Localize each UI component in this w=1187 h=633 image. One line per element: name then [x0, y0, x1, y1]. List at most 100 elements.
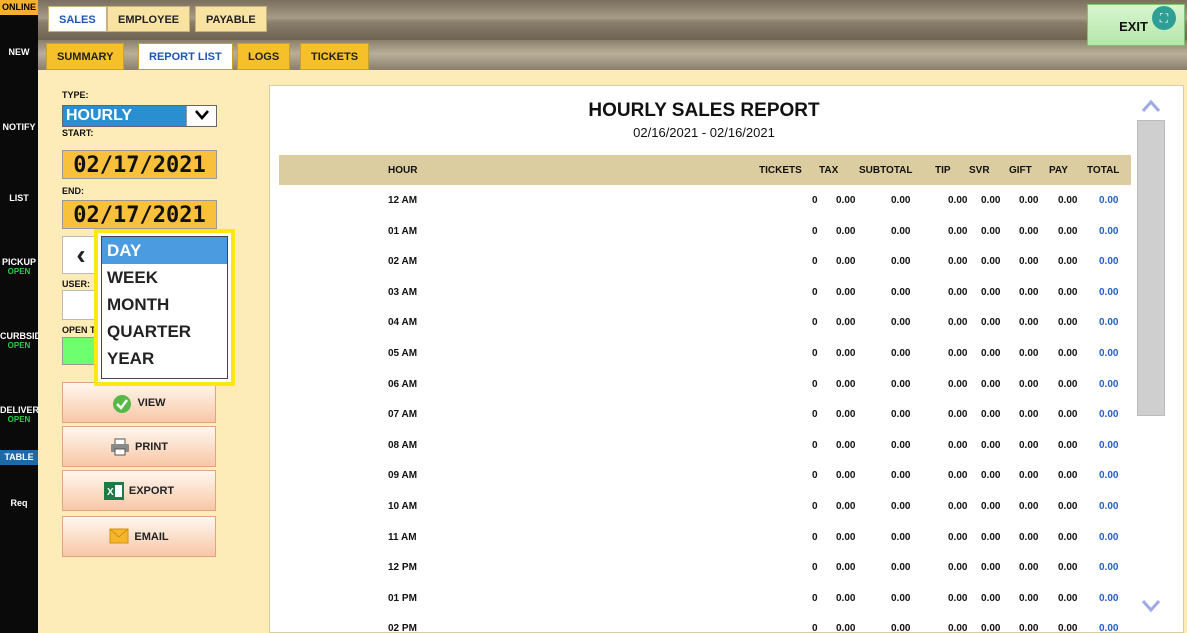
- report-date-range: 02/16/2021 - 02/16/2021: [633, 125, 775, 140]
- export-button[interactable]: X EXPORT: [62, 470, 216, 511]
- report-panel: HOURLY SALES REPORT 02/16/2021 - 02/16/2…: [269, 85, 1184, 633]
- cell-gift: 0.00: [1019, 225, 1039, 237]
- cell-tickets: 0: [812, 317, 818, 329]
- cell-total: 0.00: [1099, 286, 1119, 298]
- cell-tip: 0.00: [948, 348, 968, 359]
- cell-tax: 0.00: [836, 623, 856, 633]
- cell-total: 0.00: [1099, 409, 1119, 421]
- cell-svr: 0.00: [981, 317, 1001, 329]
- email-button[interactable]: EMAIL: [62, 516, 216, 557]
- tab-summary[interactable]: SUMMARY: [46, 43, 125, 70]
- sidebar-item-notify[interactable]: NOTIFY: [0, 122, 38, 132]
- left-sidebar: ONLINE NEW NOTIFY LIST PICKUP OPEN CURBS…: [0, 0, 41, 633]
- cell-subtotal: 0.00: [891, 256, 911, 268]
- cell-hour: 03 AM: [388, 286, 418, 298]
- cell-subtotal: 0.00: [891, 439, 911, 451]
- scrollbar-thumb[interactable]: [1137, 120, 1165, 416]
- sidebar-item-label: LIST: [9, 193, 29, 203]
- cell-svr: 0.00: [981, 286, 1001, 298]
- tab-report-list[interactable]: REPORT LIST: [138, 43, 233, 70]
- cell-tax: 0.00: [836, 286, 856, 298]
- cell-svr: 0.00: [981, 439, 1001, 451]
- sidebar-item-req[interactable]: Req: [0, 498, 38, 508]
- report-title: HOURLY SALES REPORT: [588, 100, 820, 121]
- cell-svr: 0.00: [981, 378, 1001, 390]
- cell-tip: 0.00: [948, 439, 968, 451]
- sidebar-item-curbside[interactable]: CURBSID OPEN: [0, 331, 41, 351]
- cell-tip: 0.00: [948, 470, 968, 482]
- cell-tip: 0.00: [948, 195, 968, 206]
- cell-tickets: 0: [812, 439, 818, 451]
- cell-gift: 0.00: [1019, 439, 1039, 451]
- column-header-svr: SVR: [969, 165, 990, 176]
- dropdown-option-year[interactable]: YEAR: [102, 345, 227, 372]
- dropdown-option-month[interactable]: MONTH: [102, 291, 227, 318]
- cell-hour: 08 AM: [388, 439, 418, 451]
- cell-svr: 0.00: [981, 225, 1001, 237]
- cell-total: 0.00: [1099, 256, 1119, 268]
- cell-tickets: 0: [812, 592, 818, 604]
- cell-pay: 0.00: [1058, 286, 1078, 298]
- cell-tax: 0.00: [836, 470, 856, 482]
- check-icon: [112, 394, 132, 413]
- print-button-label: PRINT: [135, 440, 168, 453]
- print-button[interactable]: PRINT: [62, 426, 216, 467]
- table-row: 02 AM 0 0.00 0.00 0.00 0.00 0.00 0.00 0.00: [270, 256, 1130, 270]
- table-row: 04 AM 0 0.00 0.00 0.00 0.00 0.00 0.00 0.00: [270, 317, 1130, 331]
- column-header-hour: HOUR: [388, 165, 418, 176]
- cell-tax: 0.00: [836, 592, 856, 604]
- dropdown-option-day[interactable]: DAY: [102, 237, 227, 264]
- dropdown-option-quarter[interactable]: QUARTER: [102, 318, 227, 345]
- tab-tickets[interactable]: TICKETS: [300, 43, 370, 70]
- end-date-field[interactable]: 02/17/2021: [62, 200, 217, 229]
- start-date-field[interactable]: 02/17/2021: [62, 150, 217, 179]
- scroll-up-icon[interactable]: [1136, 96, 1166, 119]
- cell-hour: 02 PM: [388, 623, 417, 633]
- table-row: 12 PM 0 0.00 0.00 0.00 0.00 0.00 0.00 0.00: [270, 562, 1130, 576]
- type-select[interactable]: HOURLY: [62, 105, 217, 127]
- tab-logs[interactable]: LOGS: [237, 43, 291, 70]
- cell-hour: 11 AM: [388, 531, 417, 543]
- type-label: TYPE:: [62, 90, 89, 100]
- sidebar-item-new[interactable]: NEW: [0, 47, 38, 57]
- cell-subtotal: 0.00: [891, 348, 911, 359]
- cell-gift: 0.00: [1019, 501, 1039, 512]
- dropdown-option-week[interactable]: WEEK: [102, 264, 227, 291]
- cell-svr: 0.00: [981, 256, 1001, 268]
- cell-subtotal: 0.00: [891, 317, 911, 329]
- cell-tickets: 0: [812, 623, 818, 633]
- cell-tickets: 0: [812, 531, 818, 543]
- sidebar-item-list[interactable]: LIST: [0, 193, 38, 203]
- cell-svr: 0.00: [981, 409, 1001, 421]
- cell-svr: 0.00: [981, 470, 1001, 482]
- cell-tickets: 0: [812, 286, 818, 298]
- sidebar-item-deliver[interactable]: DELIVER OPEN: [0, 405, 39, 425]
- sidebar-item-status: OPEN: [7, 341, 31, 350]
- cell-tip: 0.00: [948, 501, 968, 512]
- chevron-down-icon[interactable]: [186, 106, 216, 126]
- sidebar-item-table[interactable]: TABLE: [0, 450, 38, 465]
- cell-tip: 0.00: [948, 286, 968, 298]
- cell-gift: 0.00: [1019, 378, 1039, 390]
- cell-gift: 0.00: [1019, 562, 1039, 574]
- sidebar-item-status: OPEN: [7, 415, 31, 424]
- cell-pay: 0.00: [1058, 256, 1078, 268]
- cell-tip: 0.00: [948, 225, 968, 237]
- cell-tickets: 0: [812, 501, 818, 512]
- tab-sales[interactable]: SALES: [48, 6, 107, 32]
- tab-payable[interactable]: PAYABLE: [195, 6, 267, 32]
- cell-tip: 0.00: [948, 562, 968, 574]
- column-header-subtotal: SUBTOTAL: [859, 165, 913, 176]
- cell-total: 0.00: [1099, 470, 1119, 482]
- cell-pay: 0.00: [1058, 317, 1078, 329]
- tab-employee[interactable]: EMPLOYEE: [107, 6, 191, 32]
- view-button[interactable]: VIEW: [62, 382, 216, 423]
- sidebar-item-pickup[interactable]: PICKUP OPEN: [0, 257, 38, 277]
- email-button-label: EMAIL: [134, 530, 169, 543]
- scroll-down-icon[interactable]: [1136, 596, 1166, 619]
- column-header-tickets: TICKETS: [759, 165, 802, 176]
- printer-icon: [110, 438, 130, 456]
- table-row: 08 AM 0 0.00 0.00 0.00 0.00 0.00 0.00 0.00: [270, 440, 1130, 454]
- screenshot-icon[interactable]: ⛶: [1152, 6, 1176, 30]
- cell-total: 0.00: [1099, 592, 1119, 604]
